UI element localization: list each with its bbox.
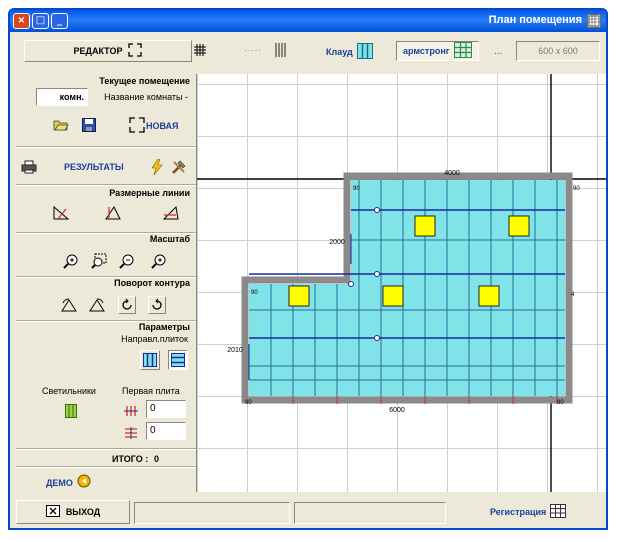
exit-button[interactable]: ВЫХОД xyxy=(16,500,130,524)
divider xyxy=(16,466,196,468)
more-options[interactable]: ... xyxy=(494,46,502,57)
zoom-region-icon[interactable] xyxy=(90,252,108,270)
first-tile-x-input[interactable]: 0 xyxy=(146,400,186,418)
divider xyxy=(16,146,196,148)
contour-rotation-title: Поворот контура xyxy=(114,278,190,288)
dimension-vertical-icon[interactable] xyxy=(104,204,122,222)
zoom-out-icon[interactable] xyxy=(118,252,136,270)
minimize-button[interactable]: _ xyxy=(51,13,68,29)
current-room-title: Текущее помещение xyxy=(99,76,190,86)
editor-button[interactable]: РЕДАКТОР xyxy=(24,40,192,62)
corner-label: 90 xyxy=(573,186,580,192)
rotate-ccw-icon[interactable] xyxy=(118,296,136,314)
klaud-tile-icon xyxy=(356,43,373,61)
room-name-input[interactable]: комн. xyxy=(36,88,88,106)
rotate-cw-icon[interactable] xyxy=(148,296,166,314)
armstrong-tile-icon xyxy=(453,42,472,60)
first-tile-y-input[interactable]: 0 xyxy=(146,422,186,440)
demo-button[interactable]: ДЕМО xyxy=(46,474,91,491)
results-section: РЕЗУЛЬТАТЫ xyxy=(16,154,196,180)
divider xyxy=(16,184,196,186)
new-room-button[interactable]: НОВАЯ xyxy=(146,121,179,131)
tile-direction-label: Направл.плиток xyxy=(121,334,188,344)
demo-play-icon xyxy=(77,474,91,491)
app-window: × □ _ План помещения РЕДАКТОР · · · · · … xyxy=(8,8,608,530)
armstrong-button[interactable]: армстронг xyxy=(396,41,479,61)
dotted-pattern-icon[interactable]: · · · · · xyxy=(244,45,261,55)
dim-bottom-label: 6000 xyxy=(389,407,405,414)
corner-label: 90 xyxy=(353,186,360,192)
zoom-fit-icon[interactable] xyxy=(62,252,80,270)
dimension-horizontal-icon[interactable] xyxy=(162,204,180,222)
hatch-pattern-icon[interactable] xyxy=(274,43,288,60)
dim-middle-label: 2000 xyxy=(329,239,345,246)
dim-left-label: 2010 xyxy=(227,347,243,354)
new-room-icon[interactable] xyxy=(128,116,146,134)
maximize-button[interactable]: □ xyxy=(32,13,49,29)
current-room-section: Текущее помещение Название комнаты - ком… xyxy=(16,74,196,142)
floor-plan-drawing: 4000 6000 2000 2010 90 90 90 90 90 4 xyxy=(197,74,606,492)
corner-label: 90 xyxy=(245,400,252,406)
total-label: ИТОГО : xyxy=(112,454,149,464)
contour-rotation-section: Поворот контура xyxy=(16,278,196,318)
editor-icon xyxy=(128,43,143,59)
scale-title: Масштаб xyxy=(149,234,190,244)
printer-icon[interactable] xyxy=(20,158,38,176)
tools-icon[interactable] xyxy=(170,158,188,176)
first-tile-label: Первая плита xyxy=(122,386,180,396)
armstrong-label: армстронг xyxy=(403,46,450,56)
dimension-diagonal-icon[interactable] xyxy=(52,204,70,222)
open-file-icon[interactable] xyxy=(52,116,70,134)
status-field-1 xyxy=(134,502,290,524)
tile-direction-horizontal-icon[interactable] xyxy=(168,350,188,370)
demo-label: ДЕМО xyxy=(46,477,73,488)
parameters-section: Параметры Направл.плиток Светильники Пер… xyxy=(16,322,196,462)
grid-toggle-icon[interactable] xyxy=(194,44,206,59)
rotate-right-icon[interactable] xyxy=(88,296,106,314)
app-icon xyxy=(587,14,601,28)
dim-top-label: 4000 xyxy=(444,170,460,177)
shift-horizontal-icon[interactable] xyxy=(122,402,140,420)
register-icon xyxy=(550,504,567,520)
lamp-toggle-icon[interactable] xyxy=(62,402,80,420)
corner-label: 4 xyxy=(571,292,575,298)
canvas-size-field[interactable]: 600 x 600 xyxy=(516,41,600,61)
lamps-label: Светильники xyxy=(42,386,96,396)
status-field-2 xyxy=(294,502,446,524)
close-button[interactable]: × xyxy=(13,13,30,29)
register-button[interactable]: Регистрация xyxy=(490,504,567,520)
corner-label: 90 xyxy=(557,400,564,406)
save-icon[interactable] xyxy=(80,116,98,134)
close-square-icon xyxy=(45,505,60,519)
parameters-title: Параметры xyxy=(138,322,190,332)
shift-vertical-icon[interactable] xyxy=(122,424,140,442)
title-bar: × □ _ План помещения xyxy=(10,10,606,32)
dimension-lines-title: Размерные линии xyxy=(109,188,190,198)
lightning-icon xyxy=(148,158,166,176)
corner-label: 90 xyxy=(251,290,258,296)
scale-section: Масштаб xyxy=(16,234,196,274)
register-label: Регистрация xyxy=(490,507,547,517)
window-title: План помещения xyxy=(488,14,582,26)
exit-label: ВЫХОД xyxy=(65,507,101,517)
toolbar: РЕДАКТОР · · · · · Клауд армстронг ... 6… xyxy=(10,34,606,66)
klaud-label: Клауд xyxy=(326,47,353,57)
tile-direction-vertical-icon[interactable] xyxy=(140,350,160,370)
results-button[interactable]: РЕЗУЛЬТАТЫ xyxy=(64,162,124,172)
floor-plan-canvas[interactable]: 4000 6000 2000 2010 90 90 90 90 90 4 xyxy=(196,74,606,492)
divider xyxy=(16,448,196,450)
zoom-in-icon[interactable] xyxy=(150,252,168,270)
total-value: 0 xyxy=(154,454,160,464)
control-panel: Текущее помещение Название комнаты - ком… xyxy=(16,74,196,492)
room-name-label: Название комнаты - xyxy=(104,92,188,102)
status-bar: ВЫХОД Регистрация xyxy=(10,496,606,528)
dimension-lines-section: Размерные линии xyxy=(16,188,196,228)
editor-label: РЕДАКТОР xyxy=(73,46,123,56)
klaud-button[interactable]: Клауд xyxy=(326,43,373,61)
rotate-left-icon[interactable] xyxy=(60,296,78,314)
